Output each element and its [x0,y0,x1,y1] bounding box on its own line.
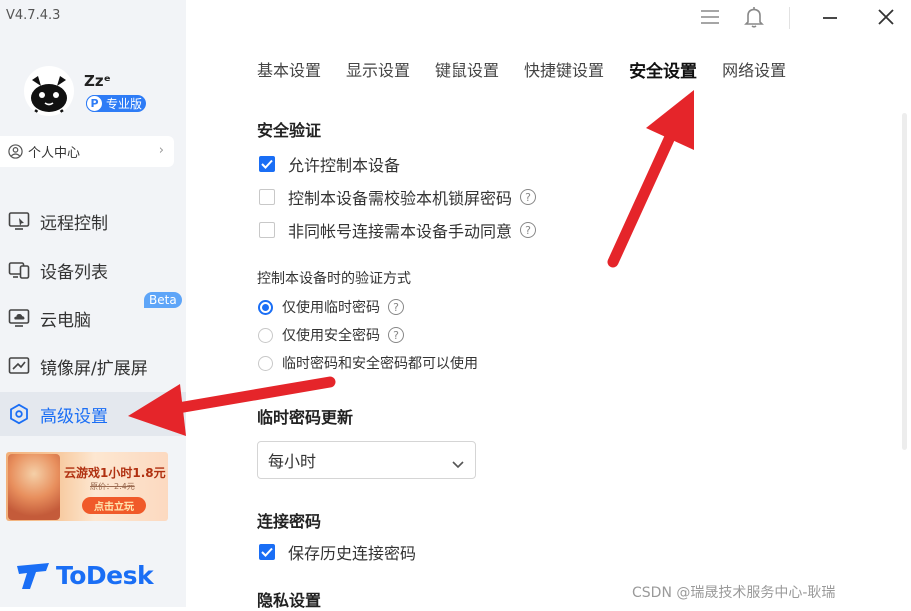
chevron-down-icon [451,454,465,473]
ad-headline: 云游戏1小时1.8元 [64,466,166,480]
pro-badge: P 专业版 [86,95,147,112]
radio-both-passwords[interactable]: 临时密码和安全密码都可以使用 [258,353,478,373]
verify-method-title: 控制本设备时的验证方式 [257,271,411,287]
mirror-screen-icon [7,354,31,378]
sidebar-item-label: 镜像屏/扩展屏 [40,358,148,379]
app-version: V4.7.4.3 [6,8,61,23]
section-title-privacy: 隐私设置 [257,591,322,610]
username: Zzᵉ [84,72,111,90]
checkbox-allow-control[interactable]: 允许控制本设备 [259,152,400,176]
section-title-temp-password: 临时密码更新 [257,408,354,427]
remote-control-icon [7,209,31,233]
todesk-logo: ToDesk [16,561,154,590]
sidebar-item-device-list[interactable]: 设备列表 [0,248,186,292]
device-list-icon [7,258,31,282]
checkbox-lockscreen-password[interactable]: 控制本设备需校验本机锁屏密码 ? [259,185,537,209]
todesk-logo-icon [17,562,49,589]
checkbox-label: 控制本设备需校验本机锁屏密码 [288,189,513,208]
checkbox-checked[interactable] [259,156,275,172]
radio-label: 仅使用安全密码 [282,328,380,344]
close-icon[interactable] [874,5,898,29]
avatar[interactable] [24,66,74,116]
sidebar-item-remote-control[interactable]: 远程控制 [0,199,186,243]
select-value: 每小时 [268,452,317,471]
radio-unselected[interactable] [258,327,273,343]
tab-security[interactable]: 安全设置 [629,57,697,82]
checkbox-checked[interactable] [259,544,275,560]
tab-shortcuts[interactable]: 快捷键设置 [524,57,604,82]
sidebar-item-label: 远程控制 [40,213,108,234]
sidebar-item-mirror-screen[interactable]: 镜像屏/扩展屏 [0,344,186,388]
checkbox-label: 允许控制本设备 [288,156,401,175]
tab-network[interactable]: 网络设置 [722,57,786,82]
ad-character-image [8,454,60,520]
chevron-right-icon: › [158,143,164,158]
red-arrow-to-security-tab [607,90,694,268]
temp-password-interval-select[interactable]: 每小时 [257,441,476,479]
sidebar-item-label: 高级设置 [40,406,108,427]
checkbox-unchecked[interactable] [259,189,275,205]
tab-basic[interactable]: 基本设置 [257,57,321,82]
help-icon[interactable]: ? [520,189,537,205]
section-title-security: 安全验证 [257,121,322,140]
beta-badge: Beta [144,292,182,308]
menu-icon[interactable] [698,5,722,29]
checkbox-manual-approve[interactable]: 非同帐号连接需本设备手动同意 ? [259,218,537,242]
help-icon[interactable]: ? [388,327,404,343]
radio-temp-password-only[interactable]: 仅使用临时密码 ? [258,297,404,317]
personal-center-button[interactable]: 个人中心 › [0,136,174,167]
radio-security-password-only[interactable]: 仅使用安全密码 ? [258,325,404,345]
checkbox-unchecked[interactable] [259,222,275,238]
sidebar-item-label: 云电脑 [40,310,91,331]
settings-tabs: 基本设置 显示设置 键鼠设置 快捷键设置 安全设置 网络设置 [257,57,811,82]
minimize-icon[interactable] [818,5,842,29]
user-icon [8,144,23,159]
pro-badge-icon: P [86,95,103,112]
help-icon[interactable]: ? [520,222,537,238]
help-icon[interactable]: ? [388,299,404,315]
ad-play-button[interactable]: 点击立玩 [82,497,146,514]
checkbox-label: 非同帐号连接需本设备手动同意 [288,222,513,241]
radio-label: 临时密码和安全密码都可以使用 [282,356,478,372]
bell-icon[interactable] [742,5,766,29]
tab-display[interactable]: 显示设置 [346,57,410,82]
section-title-connection-password: 连接密码 [257,512,322,531]
sidebar-item-advanced-settings[interactable]: 高级设置 [0,392,186,436]
logo-text: ToDesk [56,561,154,590]
cloud-pc-icon [7,306,31,330]
checkbox-label: 保存历史连接密码 [288,544,417,563]
topbar-divider [789,7,790,29]
scrollbar[interactable] [902,113,907,450]
sidebar-item-label: 设备列表 [40,262,108,283]
checkbox-save-history-password[interactable]: 保存历史连接密码 [259,540,416,564]
watermark: CSDN @瑞晟技术服务中心-耿瑞 [632,585,836,601]
ad-old-price: 原价：2.4元 [90,482,135,491]
radio-selected[interactable] [258,299,273,315]
pro-badge-label: 专业版 [106,97,143,111]
radio-unselected[interactable] [258,355,273,371]
radio-label: 仅使用临时密码 [282,300,380,316]
advanced-settings-icon [7,402,31,426]
sidebar: V4.7.4.3 Zzᵉ P 专业版 个人中心 › 远程控制 设备列表 云电脑 … [0,0,186,607]
personal-center-label: 个人中心 [28,146,81,161]
tab-keyboard-mouse[interactable]: 键鼠设置 [435,57,499,82]
cloud-game-ad-banner[interactable]: 云游戏1小时1.8元 原价：2.4元 点击立玩 [6,452,168,521]
